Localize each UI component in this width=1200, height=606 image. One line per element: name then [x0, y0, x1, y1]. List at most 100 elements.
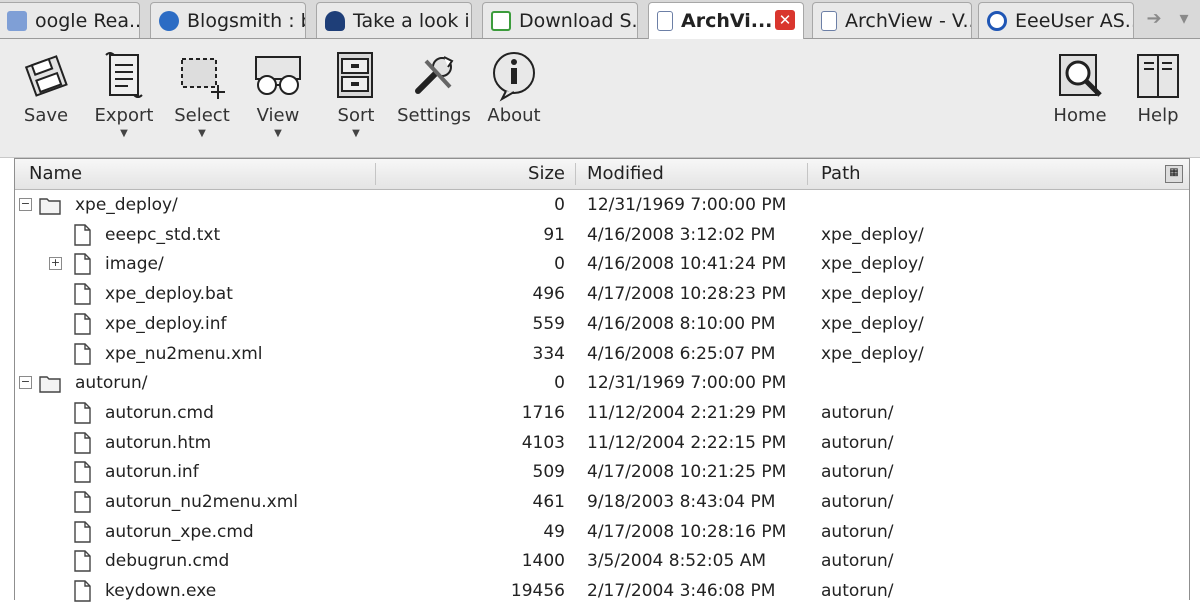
page-icon	[657, 11, 673, 31]
tab-archview-active[interactable]: ArchVi... ✕	[648, 2, 804, 39]
column-header-name[interactable]: Name	[29, 159, 82, 189]
export-dropdown-icon[interactable]: ▼	[84, 128, 164, 139]
file-row[interactable]: autorun_nu2menu.xml 461 9/18/2003 8:43:04 …	[15, 487, 1189, 517]
help-button[interactable]: Help	[1118, 47, 1198, 155]
tab-scroll-right-icon[interactable]: ➔	[1142, 6, 1166, 32]
file-row[interactable]: autorun.htm 4103 11/12/2004 2:22:15 PM auto…	[15, 428, 1189, 458]
tab-download[interactable]: Download S...	[482, 2, 638, 38]
select-label: Select	[174, 105, 230, 126]
select-button[interactable]: Select ▼	[162, 47, 242, 155]
view-label: View	[256, 105, 300, 126]
file-path: autorun/	[821, 581, 894, 602]
export-button[interactable]: Export ▼	[84, 47, 164, 155]
file-size: 0	[554, 254, 565, 275]
file-modified: 4/16/2008 10:41:24 PM	[587, 254, 787, 275]
tab-label: ArchView - V...	[845, 9, 972, 32]
save-button[interactable]: Save	[6, 47, 86, 155]
file-icon	[74, 223, 91, 246]
select-dropdown-icon[interactable]: ▼	[162, 128, 242, 139]
settings-button[interactable]: Settings	[394, 47, 474, 155]
collapse-icon[interactable]: −	[19, 198, 32, 211]
file-size: 49	[543, 521, 565, 542]
help-label: Help	[1137, 105, 1179, 126]
sort-button[interactable]: Sort ▼	[316, 47, 396, 155]
file-row[interactable]: + image/0 4/16/2008 10:41:24 PM xpe_deploy/	[15, 249, 1189, 279]
column-divider[interactable]	[807, 163, 808, 185]
folder-row[interactable]: − xpe_deploy/0 12/31/1969 7:00:00 PM	[15, 190, 1189, 220]
close-tab-icon[interactable]: ✕	[775, 10, 795, 30]
column-divider[interactable]	[575, 163, 576, 185]
floppy-disk-icon	[24, 55, 68, 97]
file-name: autorun.cmd	[105, 402, 214, 423]
file-path: autorun/	[821, 492, 894, 512]
tab-archview-v[interactable]: ArchView - V...	[812, 2, 972, 38]
wrench-icon	[415, 56, 454, 94]
column-header-path[interactable]: Path	[821, 159, 861, 189]
folder-row[interactable]: − autorun/0 12/31/1969 7:00:00 PM	[15, 368, 1189, 398]
file-size: 4103	[521, 432, 565, 453]
file-name: autorun_nu2menu.xml	[105, 492, 298, 512]
view-dropdown-icon[interactable]: ▼	[238, 128, 318, 139]
sort-label: Sort	[337, 105, 375, 126]
file-row[interactable]: debugrun.cmd 1400 3/5/2004 8:52:05 AM autor…	[15, 546, 1189, 576]
archview-toolbar: Save Export ▼ Select ▼ View ▼ Sort ▼ Set…	[0, 39, 1200, 158]
file-row[interactable]: autorun_xpe.cmd 49 4/17/2008 10:28:16 PM au…	[15, 517, 1189, 547]
google-reader-icon	[7, 10, 27, 31]
column-header-modified[interactable]: Modified	[587, 159, 664, 189]
download-icon	[491, 10, 511, 31]
collapse-icon[interactable]: −	[19, 376, 32, 390]
file-path: autorun/	[821, 551, 894, 572]
file-row[interactable]: xpe_deploy.inf 559 4/16/2008 8:10:00 PM xpe…	[15, 309, 1189, 339]
file-name: xpe_deploy/	[75, 195, 178, 215]
file-name: eeepc_std.txt	[105, 224, 221, 245]
file-name: autorun.inf	[105, 462, 199, 483]
file-row[interactable]: xpe_nu2menu.xml 334 4/16/2008 6:25:07 PM xp…	[15, 339, 1189, 369]
file-size: 461	[532, 492, 565, 512]
file-path: xpe_deploy/	[821, 224, 924, 245]
file-row[interactable]: eeepc_std.txt 91 4/16/2008 3:12:02 PM xpe_d…	[15, 220, 1189, 250]
home-magnifier-icon	[1059, 54, 1102, 97]
about-button[interactable]: About	[474, 47, 554, 155]
file-row[interactable]: xpe_deploy.bat 496 4/17/2008 10:28:23 PM xp…	[15, 279, 1189, 309]
file-modified: 4/16/2008 3:12:02 PM	[587, 224, 776, 245]
tab-list-icon[interactable]: ▾	[1172, 6, 1196, 32]
tab-google-reader[interactable]: oogle Rea...	[0, 2, 140, 38]
expand-icon[interactable]: +	[49, 257, 62, 271]
file-path: xpe_deploy/	[821, 284, 924, 305]
view-button[interactable]: View ▼	[238, 47, 318, 155]
browser-tab-strip: oogle Rea... Blogsmith : b... Take a loo…	[0, 0, 1200, 39]
file-name: xpe_deploy.bat	[105, 284, 233, 305]
selection-rectangle-icon	[181, 58, 225, 99]
file-row[interactable]: autorun.cmd 1716 11/12/2004 2:21:29 PM auto…	[15, 398, 1189, 428]
file-path: autorun/	[821, 432, 894, 453]
sort-dropdown-icon[interactable]: ▼	[316, 128, 396, 139]
file-modified: 3/5/2004 8:52:05 AM	[587, 551, 766, 572]
file-name: keydown.exe	[105, 581, 217, 602]
tab-take-a-look[interactable]: Take a look i...	[316, 2, 472, 38]
file-modified: 4/17/2008 10:28:23 PM	[587, 284, 787, 305]
tab-eeeuser[interactable]: EeeUser AS...	[978, 2, 1134, 38]
file-name: autorun_xpe.cmd	[105, 521, 254, 542]
file-row[interactable]: autorun.inf 509 4/17/2008 10:21:25 PM autor…	[15, 457, 1189, 487]
file-row[interactable]: keydown.exe 19456 2/17/2004 3:46:08 PM auto…	[15, 576, 1189, 606]
info-icon	[493, 52, 535, 102]
column-chooser-icon[interactable]: ▦	[1165, 165, 1183, 183]
about-label: About	[487, 105, 541, 126]
file-path: xpe_deploy/	[821, 254, 924, 275]
file-size: 509	[532, 462, 565, 483]
tab-label: Download S...	[519, 9, 638, 32]
tab-label: Take a look i...	[353, 9, 471, 32]
file-icon	[74, 491, 91, 513]
file-modified: 4/16/2008 6:25:07 PM	[587, 343, 776, 364]
save-label: Save	[23, 105, 69, 126]
file-size: 1400	[521, 551, 565, 572]
filing-cabinet-icon	[337, 52, 373, 98]
column-divider[interactable]	[375, 163, 376, 185]
tab-blogsmith[interactable]: Blogsmith : b...	[150, 2, 306, 38]
file-modified: 11/12/2004 2:22:15 PM	[587, 432, 787, 453]
file-modified: 12/31/1969 7:00:00 PM	[587, 195, 787, 215]
column-header-size[interactable]: Size	[495, 159, 565, 189]
home-button[interactable]: Home	[1040, 47, 1120, 155]
tab-label: ArchVi...	[681, 10, 773, 32]
file-icon	[74, 253, 91, 276]
